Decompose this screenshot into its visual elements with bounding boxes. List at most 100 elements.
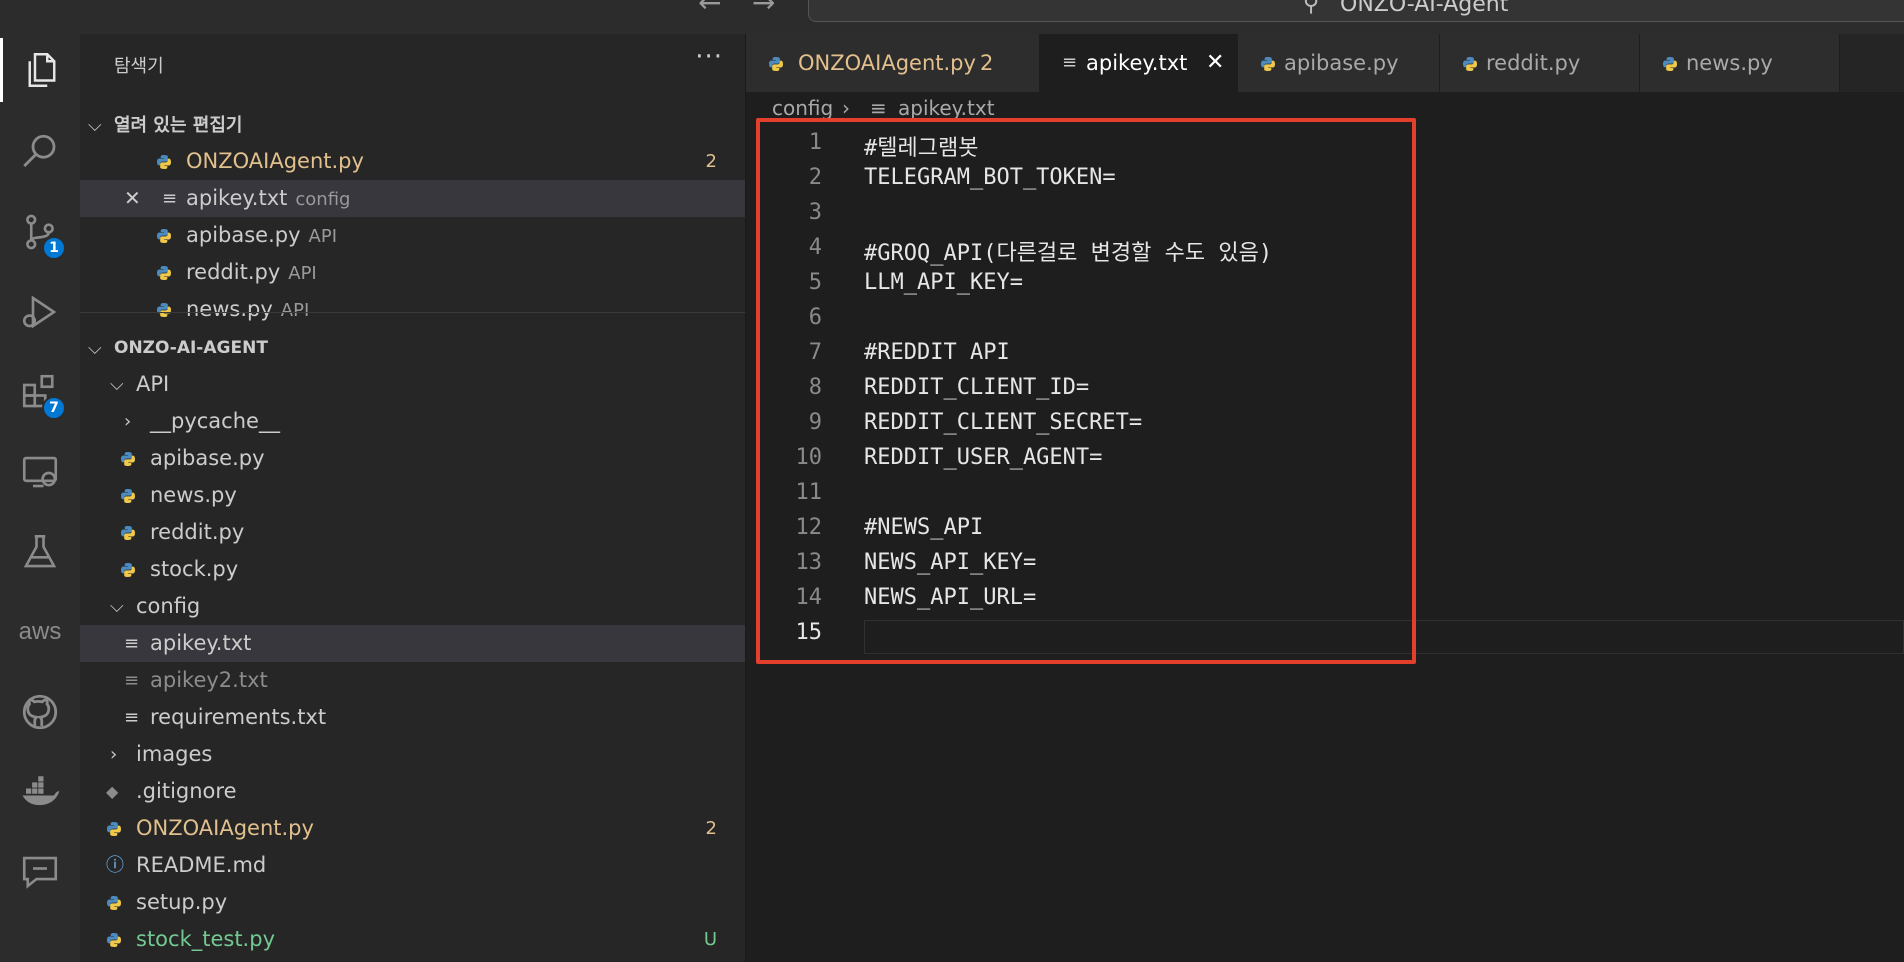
extensions-icon[interactable] (0, 360, 80, 424)
python-file-icon (106, 810, 122, 847)
activity-bar: 1 7 aws (0, 34, 80, 962)
python-file-icon (106, 921, 122, 958)
annotation-highlight-box (756, 118, 1416, 664)
text-file-icon: ≡ (870, 96, 887, 120)
explorer-sidebar: 탐색기 ··· ⌵ 열려 있는 편집기 ONZOAIAgent.py 2 ✕ ≡… (80, 34, 746, 962)
python-file-icon (768, 34, 784, 92)
close-tab-icon[interactable]: ✕ (1206, 34, 1224, 92)
project-header[interactable]: ⌵ ONZO-AI-AGENT (80, 330, 745, 367)
chevron-down-icon: ⌵ (110, 374, 124, 395)
tab-onzoaiagent[interactable]: ONZOAIAgent.py 2 (746, 34, 1040, 92)
chevron-down-icon: ⌵ (88, 115, 102, 136)
text-file-icon: ≡ (124, 707, 140, 728)
search-activity-icon[interactable] (0, 120, 80, 184)
tree-file[interactable]: ONZOAIAgent.py 2 (80, 810, 745, 847)
extensions-badge: 7 (42, 396, 66, 420)
text-file-icon: ≡ (124, 633, 140, 654)
python-file-icon (156, 291, 172, 328)
more-actions-icon[interactable]: ··· (695, 42, 723, 72)
open-editor-label: reddit.py (186, 260, 281, 284)
search-icon: ⚲ (1303, 0, 1320, 17)
problem-count: 2 (705, 151, 717, 172)
editor-tab-bar: ONZOAIAgent.py 2 ≡ apikey.txt ✕ apibase.… (746, 34, 1904, 92)
docker-icon[interactable] (0, 760, 80, 824)
close-icon[interactable]: ✕ (124, 180, 141, 217)
open-editor-label: ONZOAIAgent.py (186, 149, 364, 173)
breadcrumb-file[interactable]: apikey.txt (898, 96, 995, 120)
tree-folder-api[interactable]: ⌵ API (80, 366, 745, 403)
title-bar: ← → ⚲ ONZO-AI-Agent (0, 0, 1904, 34)
tab-reddit[interactable]: reddit.py (1440, 34, 1640, 92)
python-file-icon (156, 217, 172, 254)
python-file-icon (106, 884, 122, 921)
open-editor-label: news.py (186, 297, 273, 321)
forward-arrow-icon[interactable]: → (752, 0, 775, 19)
tree-file[interactable]: reddit.py (80, 514, 745, 551)
open-editor-label: apibase.py (186, 223, 301, 247)
python-file-icon (1662, 34, 1678, 92)
tree-file[interactable]: stock_test.py U (80, 921, 745, 958)
text-file-icon: ≡ (1062, 52, 1078, 73)
python-file-icon (1260, 34, 1276, 92)
explorer-title: 탐색기 (114, 56, 164, 77)
open-editor-folder: config (295, 189, 351, 210)
open-editors-header[interactable]: ⌵ 열려 있는 편집기 (80, 107, 745, 144)
python-file-icon (156, 143, 172, 180)
window-title[interactable]: ONZO-AI-Agent (1340, 0, 1508, 17)
testing-flask-icon[interactable] (0, 520, 80, 584)
explorer-icon[interactable] (0, 38, 80, 102)
open-editor-folder: API (280, 300, 310, 321)
info-icon: ⓘ (106, 855, 124, 876)
python-file-icon (120, 551, 136, 588)
tree-file[interactable]: ⓘ README.md (80, 847, 745, 884)
open-editor-item[interactable]: news.py API (80, 291, 745, 328)
section-divider (80, 312, 745, 313)
chevron-right-icon: › (110, 744, 118, 765)
open-editor-item[interactable]: ONZOAIAgent.py 2 (80, 143, 745, 180)
tree-folder-config[interactable]: ⌵ config (80, 588, 745, 625)
problem-count: 2 (705, 818, 717, 839)
run-debug-icon[interactable] (0, 280, 80, 344)
tree-file[interactable]: ≡ requirements.txt (80, 699, 745, 736)
tree-file[interactable]: apibase.py (80, 440, 745, 477)
comments-icon[interactable] (0, 840, 80, 904)
python-file-icon (156, 254, 172, 291)
tree-file[interactable]: ≡ apikey2.txt (80, 662, 745, 699)
git-icon: ◆ (106, 782, 119, 801)
remote-explorer-icon[interactable] (0, 440, 80, 504)
open-editor-folder: API (308, 226, 338, 247)
breadcrumb-folder[interactable]: config (772, 96, 833, 120)
open-editor-item-active[interactable]: ✕ ≡ apikey.txt config (80, 180, 745, 217)
github-icon[interactable] (0, 680, 80, 744)
tree-file[interactable]: ◆ .gitignore (80, 773, 745, 810)
source-control-icon[interactable] (0, 200, 80, 264)
open-editor-item[interactable]: apibase.py API (80, 217, 745, 254)
python-file-icon (120, 477, 136, 514)
chevron-right-icon: › (124, 411, 132, 432)
tree-folder-images[interactable]: › images (80, 736, 745, 773)
tree-file[interactable]: setup.py (80, 884, 745, 921)
python-file-icon (120, 514, 136, 551)
python-file-icon (120, 440, 136, 477)
tab-problem-count: 2 (980, 51, 994, 75)
chevron-down-icon: ⌵ (110, 596, 124, 617)
tree-file[interactable]: stock.py (80, 551, 745, 588)
chevron-down-icon: ⌵ (88, 338, 102, 359)
breadcrumb-separator: › (842, 96, 850, 120)
aws-icon[interactable]: aws (0, 600, 80, 664)
text-file-icon: ≡ (162, 188, 178, 209)
python-file-icon (1462, 34, 1478, 92)
tree-folder-pycache[interactable]: › __pycache__ (80, 403, 745, 440)
tab-news[interactable]: news.py (1640, 34, 1840, 92)
open-editor-label: apikey.txt (186, 186, 288, 210)
tree-file-selected[interactable]: ≡ apikey.txt (80, 625, 745, 662)
open-editor-item[interactable]: reddit.py API (80, 254, 745, 291)
tab-apikey[interactable]: ≡ apikey.txt ✕ (1040, 34, 1238, 92)
back-arrow-icon[interactable]: ← (698, 0, 721, 19)
tab-apibase[interactable]: apibase.py (1238, 34, 1440, 92)
tree-file[interactable]: news.py (80, 477, 745, 514)
open-editor-folder: API (288, 263, 317, 284)
text-file-icon: ≡ (124, 670, 140, 691)
source-control-badge: 1 (42, 236, 66, 260)
git-status-badge: U (703, 929, 717, 950)
